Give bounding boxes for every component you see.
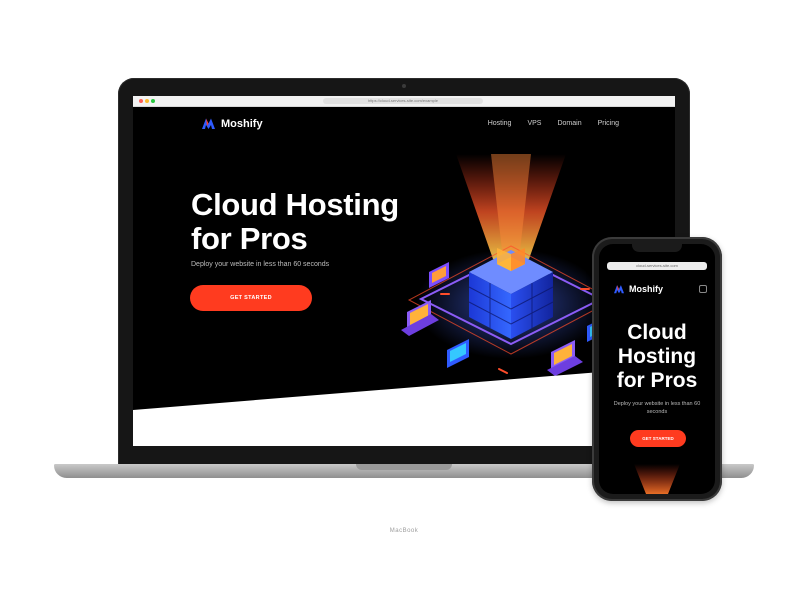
phone-get-started-button[interactable]: GET STARTED [630, 430, 686, 447]
nav-link-domain[interactable]: Domain [557, 120, 581, 127]
address-bar[interactable]: https://cloud-services-site.com/example [323, 98, 483, 104]
nav-link-hosting[interactable]: Hosting [488, 120, 512, 127]
phone-title-line-1: Cloud [627, 321, 687, 344]
moshify-logo-icon [614, 285, 624, 294]
phone-screen: cloud-services-site.com Moshify Cloud Ho… [599, 244, 715, 494]
brand-name: Moshify [221, 117, 263, 130]
phone-address-bar[interactable]: cloud-services-site.com [607, 262, 707, 270]
menu-icon[interactable] [699, 285, 707, 293]
laptop-camera [402, 84, 406, 88]
site-header: Moshify Hosting VPS Domain Pricing [133, 106, 675, 142]
phone-hero-title: Cloud Hosting for Pros [599, 321, 715, 393]
nav-link-vps[interactable]: VPS [527, 120, 541, 127]
window-zoom-button[interactable] [151, 99, 155, 103]
moshify-logo-icon [202, 118, 215, 129]
brand-logo[interactable]: Moshify [201, 117, 263, 130]
phone-notch [632, 244, 682, 252]
window-close-button[interactable] [139, 99, 143, 103]
phone-hero-subtitle: Deploy your website in less than 60 seco… [613, 401, 701, 415]
phone-title-line-2: Hosting [617, 345, 697, 368]
get-started-button[interactable]: GET STARTED [190, 285, 312, 311]
window-minimize-button[interactable] [145, 99, 149, 103]
server-stack-icon [401, 154, 615, 376]
phone-beam-glow [634, 464, 680, 494]
nav-link-pricing[interactable]: Pricing [598, 120, 619, 127]
laptop-hinge-notch [356, 464, 452, 470]
phone-title-line-3: for Pros [616, 369, 698, 392]
phone-brand-logo[interactable]: Moshify [613, 284, 663, 294]
laptop-brand-label: MacBook [389, 528, 419, 534]
hero-title-line-1: Cloud Hosting [191, 187, 399, 222]
main-navigation: Hosting VPS Domain Pricing [488, 120, 619, 127]
hero-subtitle: Deploy your website in less than 60 seco… [191, 261, 330, 268]
hero-title-line-2: for Pros [191, 221, 308, 256]
phone-device: cloud-services-site.com Moshify Cloud Ho… [592, 237, 722, 501]
phone-brand-name: Moshify [629, 284, 664, 294]
